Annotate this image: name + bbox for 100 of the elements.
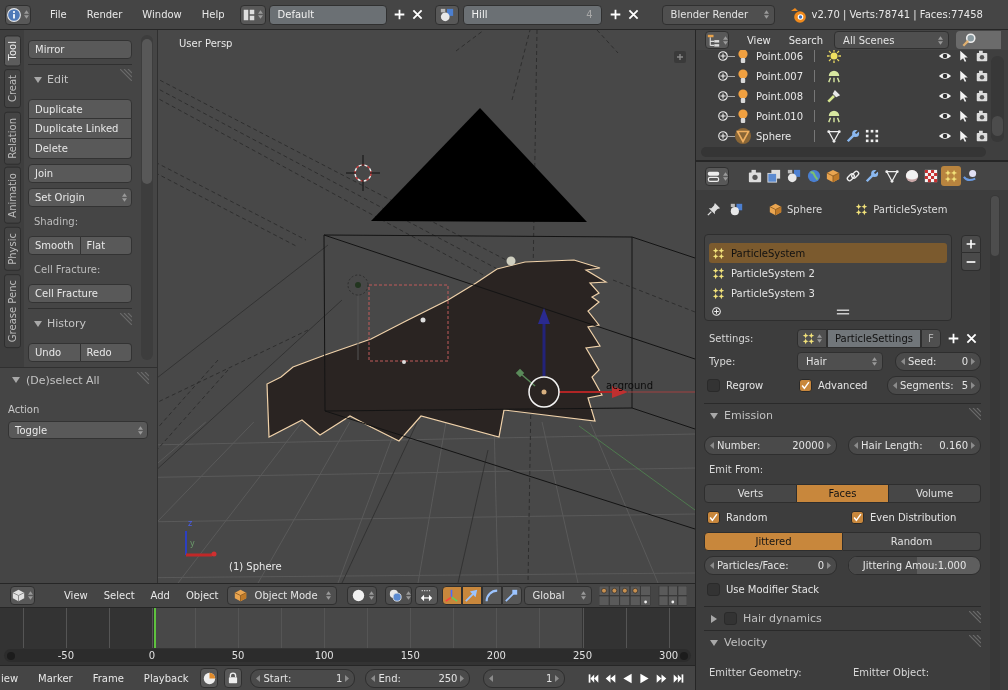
toolbar-button[interactable] [414, 586, 438, 605]
tool-button[interactable]: Mirror [28, 40, 132, 59]
cursor-icon[interactable] [958, 70, 970, 82]
remove-button[interactable] [961, 253, 981, 271]
outliner-item[interactable]: Point.006 [756, 50, 810, 62]
camera-icon[interactable] [976, 50, 988, 62]
disclosure-icon[interactable] [34, 75, 42, 84]
fake-user-button[interactable]: F [921, 329, 941, 348]
wrench-icon[interactable] [846, 129, 860, 143]
increment-arrow-icon[interactable] [345, 674, 350, 682]
seed-field[interactable]: Seed: 0 [895, 352, 981, 371]
disclosure-icon[interactable] [12, 376, 20, 384]
number-field[interactable]: Number: 20000 [704, 436, 837, 455]
spotlight-icon[interactable] [827, 89, 841, 103]
list-item[interactable]: ParticleSystem 2 [709, 263, 948, 283]
menu-item[interactable]: iew [0, 668, 29, 688]
menu-item[interactable]: View [56, 585, 96, 606]
current-frame-field[interactable]: 1 [483, 668, 566, 688]
tool-button[interactable]: Cell Fracture [28, 284, 132, 303]
start-frame-field[interactable]: Start: 1 [250, 668, 356, 688]
increment-arrow-icon[interactable] [827, 442, 831, 449]
mesh-icon[interactable] [735, 128, 751, 144]
camera-icon[interactable] [976, 90, 988, 102]
cursor-icon[interactable] [958, 90, 970, 102]
tool-button[interactable]: Duplicate [28, 99, 132, 119]
number-field[interactable]: Particles/Face: 0 [704, 556, 837, 575]
menu-item[interactable]: Select [95, 585, 143, 606]
vertical-tab[interactable]: Relation [4, 111, 21, 165]
disclosure-icon[interactable] [710, 614, 718, 623]
checkbox-label[interactable]: Even Distribution [870, 512, 957, 523]
editor-type-button[interactable] [705, 31, 729, 49]
decrement-arrow-icon[interactable] [710, 562, 714, 569]
menu-item[interactable]: File [40, 4, 77, 25]
search-button[interactable] [956, 31, 1002, 49]
lock-button[interactable] [224, 668, 243, 688]
tool-button[interactable]: Delete [28, 139, 132, 159]
menu-item[interactable]: Render [76, 4, 133, 25]
vertical-tab[interactable]: Creat [4, 69, 21, 109]
vertical-tab[interactable]: Physic [4, 226, 21, 271]
disclosure-icon[interactable] [34, 319, 42, 328]
editor-type-button[interactable] [10, 586, 35, 605]
keying-button[interactable] [200, 668, 219, 688]
editor-type-button[interactable] [705, 166, 729, 186]
tool-button[interactable]: Join [28, 164, 132, 183]
orientation-dropdown[interactable]: Global [523, 586, 592, 605]
layout-button[interactable] [239, 4, 266, 25]
segments-field[interactable]: Segments: 5 [887, 376, 981, 395]
increment-arrow-icon[interactable] [971, 442, 975, 449]
shading-dropdown[interactable] [346, 586, 377, 605]
checkbox-label[interactable]: Random [726, 512, 768, 523]
decrement-arrow-icon[interactable] [854, 442, 858, 449]
menu-item[interactable]: Object [177, 585, 227, 606]
drag-handle-icon[interactable] [969, 635, 981, 647]
editor-type-button[interactable] [5, 4, 31, 25]
disclosure-icon[interactable] [710, 638, 718, 647]
plus-icon[interactable] [674, 51, 686, 63]
manipulator-button[interactable] [461, 586, 482, 605]
slider[interactable]: Jittering Amou:1.000 [848, 556, 981, 575]
increment-arrow-icon[interactable] [971, 358, 975, 365]
drag-handle-icon[interactable] [137, 372, 149, 384]
checkbox-label[interactable]: Advanced [818, 380, 868, 391]
expand-icon[interactable] [718, 71, 728, 81]
lamp-rays-icon[interactable] [827, 69, 841, 83]
disclosure-icon[interactable] [710, 411, 718, 420]
cursor-icon[interactable] [958, 50, 970, 62]
panel-header[interactable]: History [28, 308, 132, 338]
decrement-arrow-icon[interactable] [901, 358, 905, 365]
decrement-arrow-icon[interactable] [893, 382, 897, 389]
add-button[interactable] [961, 235, 981, 253]
menu-item[interactable]: View [738, 30, 780, 50]
vertical-tab[interactable]: Animatio [4, 167, 21, 224]
mesh-icon[interactable] [827, 129, 841, 143]
drag-handle-icon[interactable] [120, 69, 132, 81]
decrement-arrow-icon[interactable] [489, 674, 494, 682]
pin-icon[interactable] [707, 202, 721, 216]
checkbox[interactable] [851, 511, 864, 524]
list-item[interactable]: ParticleSystem 3 [709, 283, 948, 303]
current-frame-line[interactable] [153, 608, 156, 648]
panel-header[interactable]: Hair dynamics [704, 606, 981, 630]
expand-icon[interactable] [712, 307, 721, 316]
checkbox-label[interactable]: Use Modifier Stack [726, 584, 820, 595]
decrement-arrow-icon[interactable] [371, 674, 376, 682]
lamp-rays-icon[interactable] [827, 109, 841, 123]
tool-button[interactable]: Undo [28, 343, 81, 362]
menu-item[interactable]: Add [142, 585, 178, 606]
frame-ruler[interactable] [4, 649, 691, 662]
panel-header[interactable]: Emission [704, 403, 981, 427]
display-mode-dropdown[interactable]: All Scenes [834, 31, 950, 49]
mode-dropdown[interactable]: Object Mode [226, 586, 337, 605]
pivot-dropdown[interactable] [384, 586, 412, 605]
segment-option[interactable]: Random [843, 532, 981, 551]
sun-icon[interactable] [827, 50, 841, 63]
camera-icon[interactable] [976, 130, 988, 142]
checkbox[interactable] [799, 379, 812, 392]
vertical-tab[interactable]: Grease Penc [4, 273, 21, 348]
increment-arrow-icon[interactable] [555, 674, 560, 682]
increment-arrow-icon[interactable] [460, 674, 465, 682]
timeline[interactable]: -50 0 50 100 150 200 250 300 [0, 607, 695, 665]
segment-option[interactable]: Verts [704, 484, 797, 503]
render-engine-dropdown[interactable]: Blender Render [661, 4, 775, 25]
